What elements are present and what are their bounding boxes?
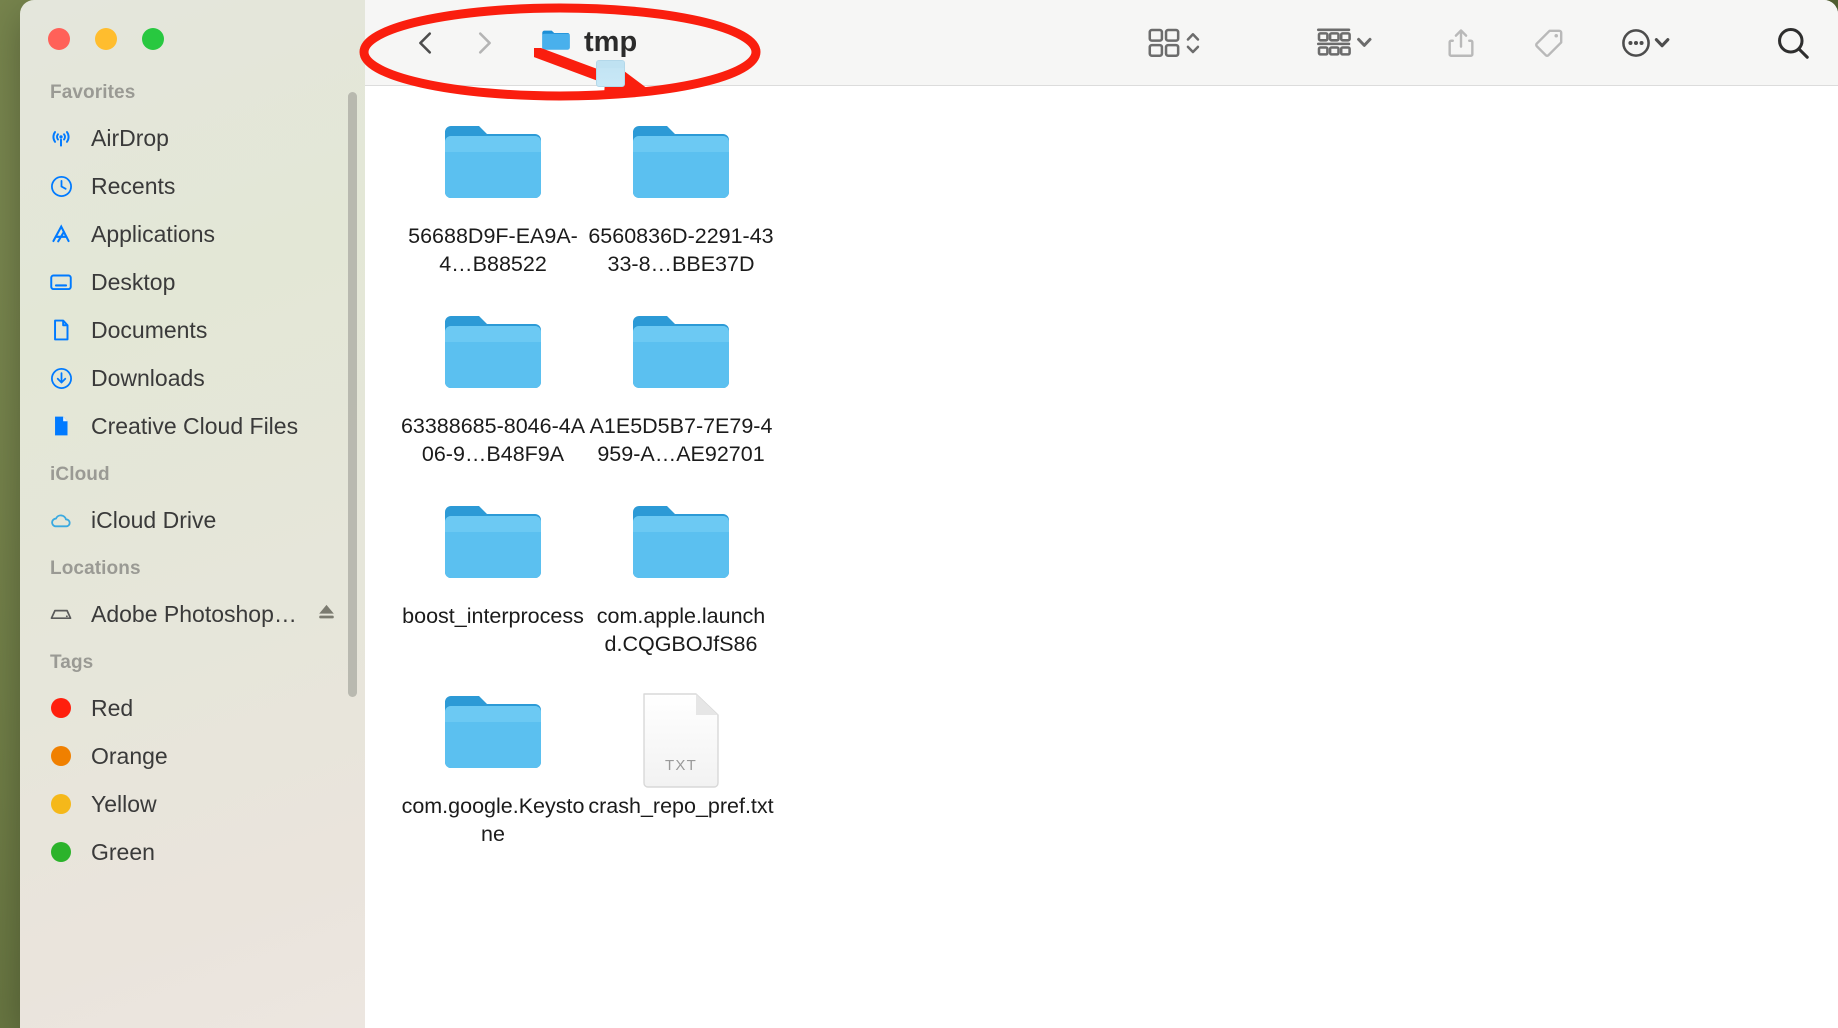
- tag-dot-icon: [48, 791, 74, 817]
- arrow-target-folder-button[interactable]: [596, 60, 625, 87]
- sidebar-item-tag-orange[interactable]: Orange: [20, 732, 365, 780]
- sidebar-item-label: Documents: [91, 316, 208, 343]
- disk-icon: [48, 601, 74, 627]
- sidebar-section-favorites: Favorites: [50, 82, 136, 103]
- file-item[interactable]: boost_interprocess: [399, 492, 587, 682]
- sidebar-section-locations: Locations: [50, 558, 141, 579]
- desktop-icon: [48, 269, 74, 295]
- file-item[interactable]: A1E5D5B7-7E79-4959-A…AE92701: [587, 302, 775, 492]
- sidebar-item-label: Yellow: [91, 790, 157, 817]
- sidebar-scrollbar[interactable]: [348, 92, 357, 697]
- file-name: 6560836D-2291-4333-8…BBE37D: [588, 224, 774, 276]
- sidebar-item-icloud-drive[interactable]: iCloud Drive: [20, 496, 365, 544]
- search-button[interactable]: [1774, 24, 1812, 62]
- sidebar-item-recents[interactable]: Recents: [20, 162, 365, 210]
- sidebar-item-applications[interactable]: Applications: [20, 210, 365, 258]
- sidebar-item-label: Adobe Photoshop…: [91, 600, 297, 627]
- preview-pane: [1157, 86, 1838, 1028]
- finder-window: Favorites AirDrop Recents Applications D…: [20, 0, 1838, 1028]
- file-item[interactable]: 6560836D-2291-4333-8…BBE37D: [587, 112, 775, 302]
- sidebar-item-label: Orange: [91, 742, 168, 769]
- group-by-button[interactable]: [1316, 25, 1388, 61]
- sidebar-item-label: Red: [91, 694, 134, 721]
- airdrop-icon: [48, 125, 74, 151]
- folder-icon: [541, 28, 571, 57]
- toolbar-actions: [1148, 24, 1812, 62]
- content-area: 56688D9F-EA9A-4…B88522 6560836D-2291-433…: [365, 86, 1838, 1028]
- sidebar-item-desktop[interactable]: Desktop: [20, 258, 365, 306]
- file-name: com.apple.launchd.CQGBOJfS86: [596, 604, 766, 656]
- path-title[interactable]: tmp: [541, 26, 637, 59]
- minimize-button[interactable]: [95, 28, 117, 50]
- tag-dot-icon: [48, 743, 74, 769]
- file-name: crash_repo_pref.txt: [588, 794, 774, 818]
- sidebar-item-tag-green[interactable]: Green: [20, 828, 365, 876]
- file-name: A1E5D5B7-7E79-4959-A…AE92701: [589, 414, 773, 466]
- page-title: tmp: [584, 26, 638, 58]
- navigation-buttons: [411, 28, 499, 58]
- folder-icon: [629, 302, 733, 406]
- view-mode-button[interactable]: [1148, 25, 1216, 61]
- sidebar-item-creative-cloud-files[interactable]: Creative Cloud Files: [20, 402, 365, 450]
- eject-icon[interactable]: [314, 599, 339, 629]
- sidebar-item-label: Downloads: [91, 364, 205, 391]
- file-grid: 56688D9F-EA9A-4…B88522 6560836D-2291-433…: [399, 112, 1157, 872]
- creative-cloud-file-icon: [48, 413, 74, 439]
- sidebar-item-airdrop[interactable]: AirDrop: [20, 114, 365, 162]
- folder-icon: [441, 112, 545, 216]
- sidebar-item-label: Recents: [91, 172, 176, 199]
- file-name: 63388685-8046-4A06-9…B48F9A: [400, 414, 586, 466]
- text-document-icon: TXT: [638, 682, 724, 788]
- file-item[interactable]: 56688D9F-EA9A-4…B88522: [399, 112, 587, 302]
- finder-sidebar: Favorites AirDrop Recents Applications D…: [20, 0, 365, 1028]
- sidebar-item-label: AirDrop: [91, 124, 169, 151]
- close-button[interactable]: [48, 28, 70, 50]
- file-name: 56688D9F-EA9A-4…B88522: [408, 224, 578, 276]
- sidebar-item-downloads[interactable]: Downloads: [20, 354, 365, 402]
- downloads-icon: [48, 365, 74, 391]
- cloud-icon: [48, 507, 74, 533]
- file-grid-pane: 56688D9F-EA9A-4…B88522 6560836D-2291-433…: [365, 86, 1157, 1028]
- sidebar-item-adobe-photoshop[interactable]: Adobe Photoshop…: [20, 590, 365, 638]
- back-button[interactable]: [411, 28, 441, 58]
- finder-main: tmp 56688D9F-EA9A-4…B88522 6560836D-2291…: [365, 0, 1838, 1028]
- clock-icon: [48, 173, 74, 199]
- tag-dot-icon: [48, 695, 74, 721]
- folder-icon: [441, 492, 545, 596]
- window-controls: [48, 28, 164, 50]
- folder-icon: [629, 112, 733, 216]
- share-button[interactable]: [1444, 26, 1478, 60]
- sidebar-item-documents[interactable]: Documents: [20, 306, 365, 354]
- folder-icon: [441, 682, 545, 786]
- file-item[interactable]: TXT crash_repo_pref.txt: [587, 682, 775, 872]
- document-icon: [48, 317, 74, 343]
- more-actions-button[interactable]: [1618, 25, 1678, 61]
- sidebar-section-tags: Tags: [50, 652, 94, 673]
- sidebar-item-label: Desktop: [91, 268, 176, 295]
- folder-icon: [629, 492, 733, 596]
- file-name: boost_interprocess: [402, 604, 584, 628]
- finder-toolbar: tmp: [365, 0, 1838, 86]
- applications-icon: [48, 221, 74, 247]
- sidebar-item-label: iCloud Drive: [91, 506, 217, 533]
- folder-icon: [441, 302, 545, 406]
- sidebar-section-icloud: iCloud: [50, 464, 110, 485]
- forward-button[interactable]: [469, 28, 499, 58]
- sidebar-item-label: Creative Cloud Files: [91, 412, 299, 439]
- tag-dot-icon: [48, 839, 74, 865]
- sidebar-item-tag-yellow[interactable]: Yellow: [20, 780, 365, 828]
- file-name: com.google.Keystone: [401, 794, 585, 846]
- sidebar-item-tag-red[interactable]: Red: [20, 684, 365, 732]
- tag-icon[interactable]: [1532, 26, 1566, 60]
- file-item[interactable]: com.apple.launchd.CQGBOJfS86: [587, 492, 775, 682]
- fullscreen-button[interactable]: [142, 28, 164, 50]
- file-item[interactable]: com.google.Keystone: [399, 682, 587, 872]
- sidebar-item-label: Applications: [91, 220, 216, 247]
- file-item[interactable]: 63388685-8046-4A06-9…B48F9A: [399, 302, 587, 492]
- svg-text:TXT: TXT: [665, 757, 697, 774]
- sidebar-item-label: Green: [91, 838, 155, 865]
- desktop-background: Favorites AirDrop Recents Applications D…: [0, 0, 1838, 1028]
